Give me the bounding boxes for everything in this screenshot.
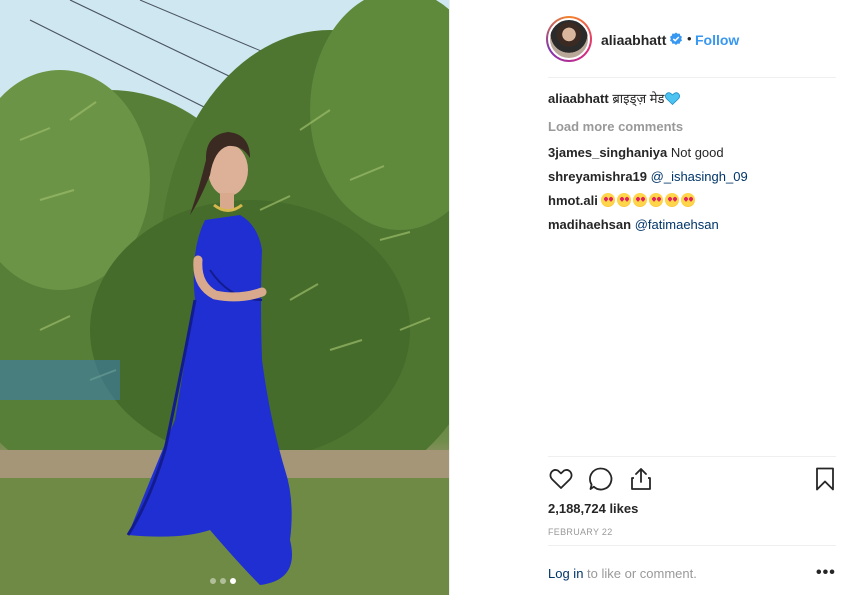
carousel-dot-active — [230, 578, 236, 584]
comment-emojis — [601, 193, 697, 208]
more-options-button[interactable]: ••• — [816, 564, 836, 582]
verified-badge-icon — [670, 32, 682, 45]
divider — [548, 456, 836, 457]
caption-text: ब्राइड्ज़ मेड — [612, 91, 665, 106]
comments-list: aliaabhatt ब्राइड्ज़ मेड Load more comme… — [548, 90, 838, 240]
blue-heart-icon — [665, 92, 681, 105]
comment-item: hmot.ali — [548, 192, 838, 210]
login-link[interactable]: Log in — [548, 566, 583, 581]
comment-username[interactable]: shreyamishra19 — [548, 169, 647, 184]
comment-item: 3james_singhaniya Not good — [548, 144, 838, 162]
divider — [548, 77, 836, 78]
star-struck-emoji-icon — [681, 193, 696, 207]
carousel-dot — [210, 578, 216, 584]
load-more-comments-button[interactable]: Load more comments — [548, 118, 838, 136]
login-prompt: Log in to like or comment. — [548, 566, 697, 581]
share-icon[interactable] — [628, 466, 654, 492]
heart-icon[interactable] — [548, 466, 574, 492]
comment-username[interactable]: madihaehsan — [548, 217, 631, 232]
follow-button[interactable]: Follow — [695, 32, 739, 48]
star-struck-emoji-icon — [665, 193, 680, 207]
comment-username[interactable]: 3james_singhaniya — [548, 145, 667, 160]
comment-icon[interactable] — [588, 466, 614, 492]
comment-username[interactable]: hmot.ali — [548, 193, 598, 208]
comment-mention[interactable]: @fatimaehsan — [635, 217, 719, 232]
comment-item: madihaehsan @fatimaehsan — [548, 216, 838, 234]
caption: aliaabhatt ब्राइड्ज़ मेड — [548, 90, 838, 108]
carousel-indicator — [210, 578, 236, 584]
post-header: aliaabhatt • Follow — [450, 0, 855, 78]
comment-mention[interactable]: @_ishasingh_09 — [651, 169, 748, 184]
header-username[interactable]: aliaabhatt — [601, 32, 666, 48]
login-prompt-text: to like or comment. — [583, 566, 697, 581]
comment-text: Not good — [670, 145, 724, 160]
post-photo[interactable] — [0, 0, 449, 595]
star-struck-emoji-icon — [649, 193, 664, 207]
star-struck-emoji-icon — [633, 193, 648, 207]
post-date: FEBRUARY 22 — [548, 527, 613, 537]
carousel-dot — [220, 578, 226, 584]
post-side-panel: aliaabhatt • Follow aliaabhatt ब्राइड्ज़… — [449, 0, 855, 595]
action-bar — [548, 466, 836, 494]
divider — [548, 545, 836, 546]
header-separator: • — [687, 31, 692, 46]
star-struck-emoji-icon — [617, 193, 632, 207]
star-struck-emoji-icon — [601, 193, 616, 207]
likes-count[interactable]: 2,188,724 likes — [548, 501, 638, 516]
avatar[interactable] — [546, 16, 592, 62]
bookmark-icon[interactable] — [812, 466, 838, 492]
caption-username[interactable]: aliaabhatt — [548, 91, 609, 106]
comment-item: shreyamishra19 @_ishasingh_09 — [548, 168, 838, 186]
avatar-image — [548, 18, 590, 60]
post-photo-illustration — [0, 0, 449, 595]
